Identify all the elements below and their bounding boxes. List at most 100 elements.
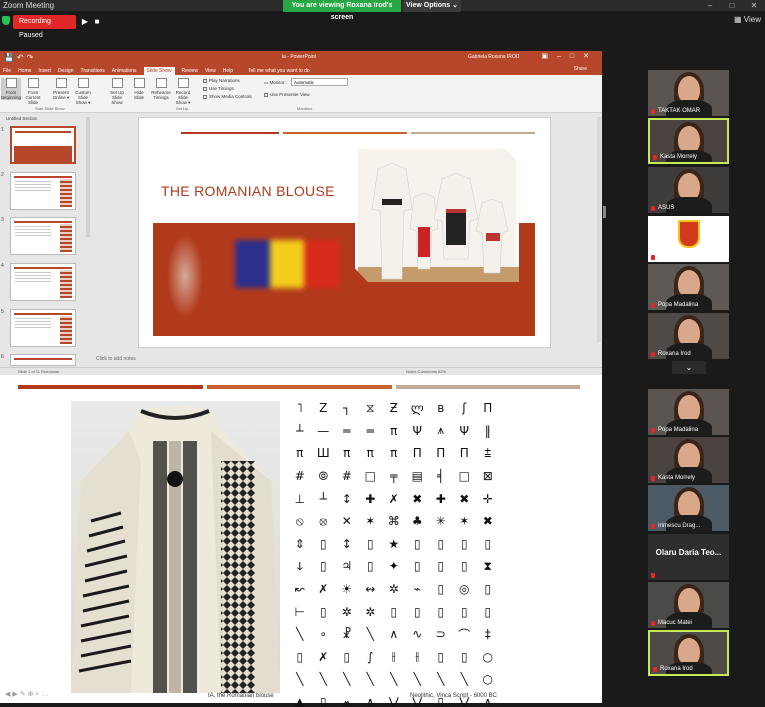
- tab-slide-show[interactable]: Slide Show: [143, 67, 175, 75]
- slide-scrollbar[interactable]: [597, 117, 601, 342]
- glyph-cell: ⇕: [294, 536, 305, 551]
- monitor-select[interactable]: Automatic: [291, 78, 348, 86]
- from-beginning-button[interactable]: From Beginning: [1, 78, 21, 100]
- participant-tile[interactable]: TAKTAK OMAR: [648, 70, 729, 116]
- section-label[interactable]: Untitled Section: [6, 116, 88, 121]
- from-current-slide-button[interactable]: From Current Slide: [23, 78, 43, 105]
- glyph-cell: ▲: [295, 695, 305, 707]
- glyph-cell: ✗: [318, 649, 329, 664]
- mic-muted-icon: [651, 302, 655, 308]
- tab-home[interactable]: Home: [18, 67, 31, 75]
- glyph-cell: ▯: [390, 604, 398, 619]
- glyph-cell: ▯: [319, 695, 327, 707]
- participant-tile[interactable]: ASUS: [648, 167, 729, 213]
- tab-insert[interactable]: Insert: [38, 67, 51, 75]
- close-button[interactable]: ✕: [743, 0, 765, 11]
- use-timings-checkbox[interactable]: Use Timings: [203, 86, 234, 91]
- slide-thumbnail-2[interactable]: [10, 172, 76, 210]
- view-controls[interactable]: Notes Comments 62%: [406, 369, 446, 374]
- participant-tile[interactable]: Popa Madalina: [648, 264, 729, 310]
- glyph-cell: ◎: [459, 582, 470, 597]
- tab-transitions[interactable]: Transitions: [81, 67, 105, 75]
- glyph-cell: ⫲: [391, 649, 396, 664]
- glyph-table: ˥ Z ┐ ⧖ Ƶლ ʙ ʃ Π ┴ — ═ ═ π Ψ ⩚ Ψ ‖ π Шπ π π Π Π Π ⩲ # ⦾ # □ ╤ ▤ ╡ □ ⊠ ⊥ ┴ ↕ ✚…: [288, 397, 500, 707]
- glyph-cell: ╲: [390, 672, 398, 687]
- glyph-cell: ╲: [366, 627, 374, 642]
- set-up-slide-show-button[interactable]: Set Up Slide Show: [107, 78, 127, 105]
- quick-access-icons[interactable]: 💾↶↷: [4, 53, 36, 62]
- glyph-cell: ⦸: [295, 513, 304, 528]
- glyph-cell: ✛: [482, 491, 493, 506]
- slide-thumbnail-3[interactable]: [10, 217, 76, 255]
- record-slide-show-button[interactable]: Record Slide Show ▾: [173, 78, 193, 105]
- participant-tile[interactable]: Roxana Irod: [648, 630, 729, 676]
- custom-show-icon: [77, 78, 89, 88]
- participant-tile[interactable]: Kasta Morrely: [648, 118, 729, 164]
- glyph-cell: ╲: [366, 672, 374, 687]
- stop-icon[interactable]: ■: [90, 15, 104, 29]
- tab-view[interactable]: View: [205, 67, 216, 75]
- tell-me-search[interactable]: Tell me what you want to do: [248, 67, 310, 75]
- share-button[interactable]: Share: [574, 65, 587, 73]
- glyph-cell: ▯: [437, 536, 445, 551]
- glyph-cell: ╲: [319, 672, 327, 687]
- notes-placeholder[interactable]: Click to add notes: [96, 356, 136, 362]
- chevron-down-icon[interactable]: ⌄: [672, 361, 706, 374]
- glyph-cell: ═: [366, 423, 374, 438]
- glyph-cell: ▯: [343, 649, 351, 664]
- slide-thumbnail-5[interactable]: [10, 309, 76, 347]
- split-handle[interactable]: [603, 206, 606, 218]
- slide-divider: [18, 385, 203, 389]
- minimize-button[interactable]: –: [699, 0, 721, 11]
- slideshow-controls[interactable]: ◀▶✎⊕⌕…: [5, 690, 50, 699]
- participant-name: Diana Morelli: [658, 254, 694, 260]
- participant-tile[interactable]: Olaru Daria Teo...: [648, 534, 729, 580]
- user-name: Gabriela Roxana IROD: [468, 54, 520, 60]
- glyph-cell: π: [390, 446, 398, 461]
- participant-tile[interactable]: Diana Morelli: [648, 216, 729, 262]
- view-options-button[interactable]: View Options ⌄: [403, 0, 461, 12]
- glyph-cell: ☧: [342, 627, 352, 642]
- present-online-button[interactable]: Present Online ▾: [51, 78, 71, 100]
- hide-slide-button[interactable]: Hide Slide: [129, 78, 149, 100]
- tab-help[interactable]: Help: [223, 67, 233, 75]
- tab-file[interactable]: File: [3, 67, 11, 75]
- glyph-cell: ✚: [435, 491, 446, 506]
- tab-design[interactable]: Design: [58, 67, 74, 75]
- glyph-cell: ⩲: [484, 445, 492, 460]
- glyph-cell: ⫲: [415, 649, 420, 664]
- show-media-controls-checkbox[interactable]: Show Media Controls: [203, 94, 252, 99]
- rehearse-timings-button[interactable]: Rehearse Timings: [151, 78, 171, 100]
- mic-muted-icon: [651, 427, 655, 433]
- shield-icon[interactable]: [2, 16, 10, 25]
- participant-tile[interactable]: Kasta Morrely: [648, 437, 729, 483]
- view-button[interactable]: ▦ View: [734, 15, 761, 24]
- maximize-button[interactable]: □: [721, 0, 743, 11]
- slide-thumbnail-4[interactable]: [10, 263, 76, 301]
- participant-tile[interactable]: Popa Madalina: [648, 389, 729, 435]
- slide-thumbnail-1[interactable]: [10, 126, 76, 164]
- slide-number: 3: [1, 217, 4, 223]
- current-slide[interactable]: THE ROMANIAN BLOUSE: [138, 117, 551, 348]
- glyph-cell: ✶: [459, 514, 470, 529]
- glyph-cell: ♃: [341, 559, 353, 574]
- participant-tile[interactable]: Roxana Irod: [648, 313, 729, 359]
- ppt-window-controls[interactable]: ▣–□✕: [541, 52, 598, 60]
- participant-label: [651, 573, 658, 578]
- glyph-cell: ⊠: [482, 469, 493, 484]
- presenter-view-checkbox[interactable]: Use Presenter View: [264, 92, 310, 97]
- slide-divider: [283, 132, 407, 134]
- tab-animations[interactable]: Animations: [112, 67, 137, 75]
- custom-slide-show-button[interactable]: Custom Slide Show ▾: [73, 78, 93, 105]
- slide-thumbnail-6[interactable]: [10, 354, 76, 366]
- ppt-titlebar: 💾↶↷ ia - PowerPoint Gabriela Roxana IROD…: [0, 51, 602, 64]
- tab-review[interactable]: Review: [182, 67, 198, 75]
- glyph-cell: ▯: [460, 649, 468, 664]
- participant-tile[interactable]: Macuc Matei: [648, 582, 729, 628]
- participant-tile[interactable]: Irimescu Drag...: [648, 485, 729, 531]
- play-narrations-checkbox[interactable]: Play Narrations: [203, 78, 240, 83]
- glyph-cell: ✲: [388, 582, 399, 597]
- glyph-cell: ▯: [437, 604, 445, 619]
- glyph-cell: ∧: [483, 695, 493, 707]
- thumbnail-scrollbar[interactable]: [86, 117, 90, 237]
